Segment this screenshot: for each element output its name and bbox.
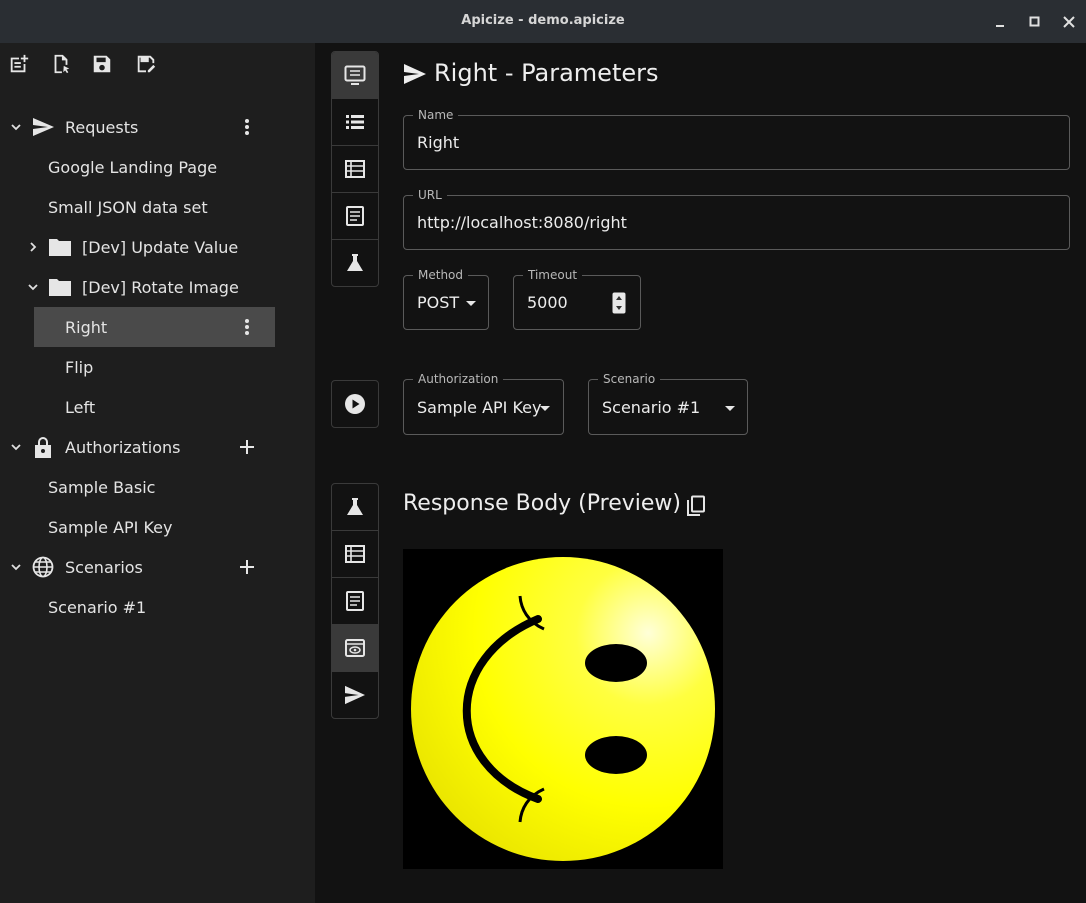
tab-test-results[interactable] (332, 484, 378, 531)
tab-request-details[interactable] (332, 672, 378, 718)
scenario-select[interactable]: Scenario Scenario #1 (588, 372, 748, 435)
response-tabs (331, 483, 379, 719)
request-item-selected[interactable]: Right (34, 307, 275, 347)
table-icon (345, 160, 365, 178)
editor-title: Right - Parameters (434, 59, 659, 87)
new-workbook-button[interactable] (6, 51, 32, 77)
article-icon (346, 206, 364, 226)
tab-headers[interactable] (332, 146, 378, 193)
navigation-sidebar: Requests Google Landing Page Small JSON … (0, 43, 315, 903)
window-title: Apicize - demo.apicize (461, 13, 625, 28)
preview-icon (345, 639, 365, 657)
flask-icon (347, 254, 363, 271)
run-request-button[interactable] (331, 380, 379, 428)
more-vertical-icon (245, 319, 249, 335)
more-vertical-icon (245, 119, 249, 135)
response-title: Response Body (Preview) (403, 491, 681, 516)
save-icon (93, 55, 111, 73)
minimize-button[interactable] (990, 12, 1010, 32)
copy-icon (687, 495, 705, 516)
send-icon (345, 685, 365, 705)
authorization-select[interactable]: Authorization Sample API Key (403, 372, 564, 435)
authorization-item[interactable]: Sample Basic (48, 467, 298, 507)
send-icon (404, 64, 426, 84)
copy-button[interactable] (683, 493, 709, 519)
request-item[interactable]: Flip (65, 347, 275, 387)
scenario-value: Scenario #1 (602, 397, 701, 417)
request-group-rotate-image[interactable]: [Dev] Rotate Image (26, 267, 296, 307)
window-titlebar: Apicize - demo.apicize (0, 0, 1086, 44)
parameters-icon (344, 65, 366, 85)
send-icon (33, 118, 54, 136)
maximize-icon (1029, 16, 1040, 27)
chevron-down-icon (28, 284, 38, 291)
maximize-button[interactable] (1025, 12, 1045, 32)
requests-menu-button[interactable] (235, 115, 259, 139)
request-item[interactable]: Left (65, 387, 275, 427)
save-button[interactable] (89, 51, 115, 77)
save-as-button[interactable] (133, 51, 159, 77)
request-group-update-value[interactable]: [Dev] Update Value (26, 227, 296, 267)
number-stepper-icon[interactable] (612, 292, 626, 314)
dropdown-arrow-icon (540, 406, 550, 411)
tab-response-headers[interactable] (332, 531, 378, 578)
add-scenario-button[interactable] (235, 555, 259, 579)
authorizations-section-header[interactable]: Authorizations (0, 427, 315, 467)
globe-icon (32, 556, 54, 578)
timeout-field[interactable]: Timeout 5000 (513, 268, 641, 330)
tab-parameters[interactable] (332, 52, 378, 99)
article-icon (346, 591, 364, 611)
chevron-down-icon (11, 564, 21, 571)
open-workbook-button[interactable] (48, 51, 74, 77)
tab-response-preview[interactable] (332, 625, 378, 672)
method-select[interactable]: Method POST (403, 268, 489, 330)
timeout-value: 5000 (527, 293, 568, 312)
table-icon (345, 545, 365, 563)
close-button[interactable] (1059, 12, 1079, 32)
tab-test[interactable] (332, 240, 378, 286)
close-icon (1063, 16, 1075, 28)
response-preview-image (403, 549, 723, 869)
main-panel: Right - Parameters Name Right URL http:/… (315, 43, 1086, 903)
name-value: Right (417, 133, 460, 152)
request-item[interactable]: Google Landing Page (48, 147, 298, 187)
chevron-right-icon (30, 242, 37, 252)
request-menu-button[interactable] (235, 315, 259, 339)
name-field[interactable]: Name Right (403, 108, 1070, 170)
minimize-icon (996, 25, 1004, 27)
add-authorization-button[interactable] (235, 435, 259, 459)
authorization-item[interactable]: Sample API Key (48, 507, 298, 547)
chevron-down-icon (11, 124, 21, 131)
scenario-item[interactable]: Scenario #1 (48, 587, 298, 627)
flask-icon (347, 498, 363, 515)
authorization-value: Sample API Key (417, 397, 542, 417)
dropdown-arrow-icon (725, 406, 735, 411)
requests-label: Requests (65, 117, 139, 137)
plus-icon (240, 440, 254, 454)
plus-icon (240, 560, 254, 574)
new-document-icon (10, 54, 29, 73)
dropdown-arrow-icon (466, 301, 476, 306)
list-icon (346, 115, 364, 129)
play-circle-icon (345, 394, 365, 414)
chevron-down-icon (11, 444, 21, 451)
tab-response-body[interactable] (332, 578, 378, 625)
open-file-icon (54, 54, 70, 74)
url-field[interactable]: URL http://localhost:8080/right (403, 188, 1070, 250)
lock-icon (35, 437, 51, 458)
folder-icon (49, 279, 71, 296)
url-value: http://localhost:8080/right (417, 213, 627, 232)
requests-section-header[interactable]: Requests (0, 107, 315, 147)
folder-icon (49, 239, 71, 256)
method-value: POST (417, 293, 460, 312)
request-editor-tabs (331, 51, 379, 287)
request-item[interactable]: Small JSON data set (48, 187, 298, 227)
save-as-icon (137, 55, 156, 73)
tab-body[interactable] (332, 193, 378, 240)
tab-query-string[interactable] (332, 99, 378, 146)
scenarios-section-header[interactable]: Scenarios (0, 547, 315, 587)
